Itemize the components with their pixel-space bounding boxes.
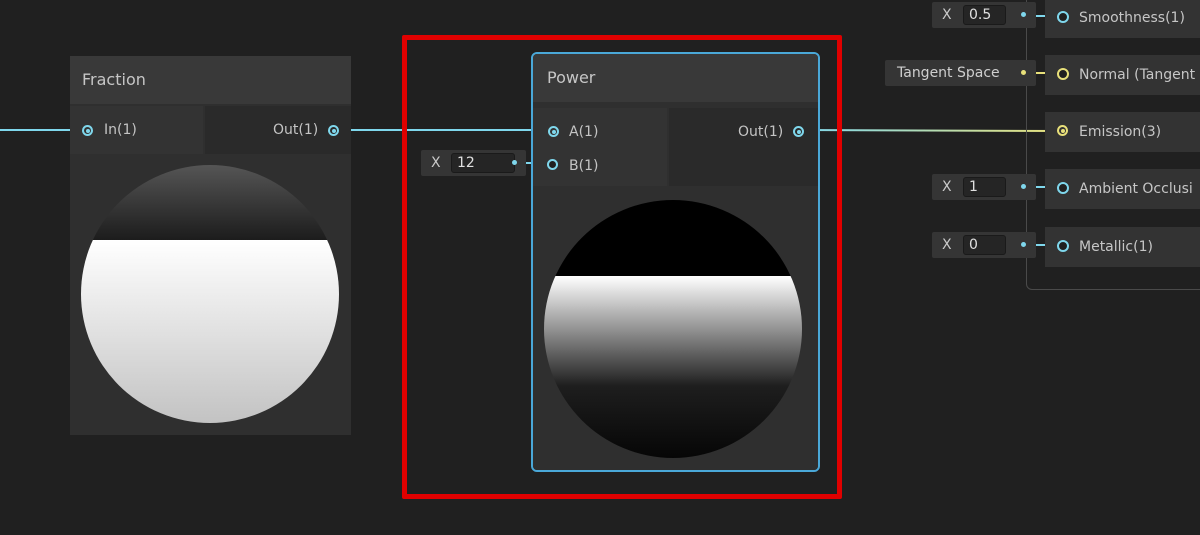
normal-space-value: Tangent Space xyxy=(897,65,1000,81)
smoothness-value-input[interactable]: 0.5 xyxy=(963,5,1006,25)
normal-space-field[interactable]: Tangent Space xyxy=(885,60,1036,86)
master-input-metallic[interactable]: Metallic(1) xyxy=(1045,227,1200,267)
ambient-occlusion-port[interactable] xyxy=(1057,182,1069,194)
ambient-occlusion-value-input[interactable]: 1 xyxy=(963,177,1006,197)
smoothness-label: Smoothness(1) xyxy=(1079,10,1185,26)
fraction-preview-sphere xyxy=(81,165,339,423)
emission-port[interactable] xyxy=(1057,125,1068,136)
ambient-occlusion-field-connector-icon xyxy=(1021,184,1026,189)
master-input-ambient-occlusion[interactable]: Ambient Occlusi xyxy=(1045,169,1200,209)
metallic-port[interactable] xyxy=(1057,240,1069,252)
metallic-field-connector-icon xyxy=(1021,242,1026,247)
master-input-smoothness[interactable]: Smoothness(1) xyxy=(1045,0,1200,38)
fraction-out-label: Out(1) xyxy=(273,122,319,138)
fraction-in-label: In(1) xyxy=(104,122,137,138)
fraction-preview xyxy=(70,156,351,435)
master-input-emission[interactable]: Emission(3) xyxy=(1045,112,1200,152)
ambient-occlusion-axis-label: X xyxy=(942,179,952,195)
emission-label: Emission(3) xyxy=(1079,124,1162,140)
normal-label: Normal (Tangent xyxy=(1079,67,1196,83)
smoothness-port[interactable] xyxy=(1057,11,1069,23)
fraction-node-title: Fraction xyxy=(70,56,351,104)
metallic-input-field[interactable]: X 0 xyxy=(932,232,1036,258)
metallic-value-input[interactable]: 0 xyxy=(963,235,1006,255)
smoothness-axis-label: X xyxy=(942,7,952,23)
metallic-axis-label: X xyxy=(942,237,952,253)
fraction-out-port[interactable] xyxy=(328,125,339,136)
highlight-box xyxy=(402,35,842,499)
shader-graph-canvas[interactable]: Fraction In(1) Out(1) X 12 Power A(1) B(… xyxy=(0,0,1200,535)
fraction-in-port[interactable] xyxy=(82,125,93,136)
smoothness-field-connector-icon xyxy=(1021,12,1026,17)
ambient-occlusion-input-field[interactable]: X 1 xyxy=(932,174,1036,200)
normal-port[interactable] xyxy=(1057,68,1069,80)
metallic-label: Metallic(1) xyxy=(1079,239,1153,255)
master-input-normal[interactable]: Normal (Tangent xyxy=(1045,55,1200,95)
ambient-occlusion-label: Ambient Occlusi xyxy=(1079,181,1193,197)
smoothness-input-field[interactable]: X 0.5 xyxy=(932,2,1036,28)
fraction-node[interactable]: Fraction In(1) Out(1) xyxy=(70,56,351,435)
normal-field-connector-icon xyxy=(1021,70,1026,75)
